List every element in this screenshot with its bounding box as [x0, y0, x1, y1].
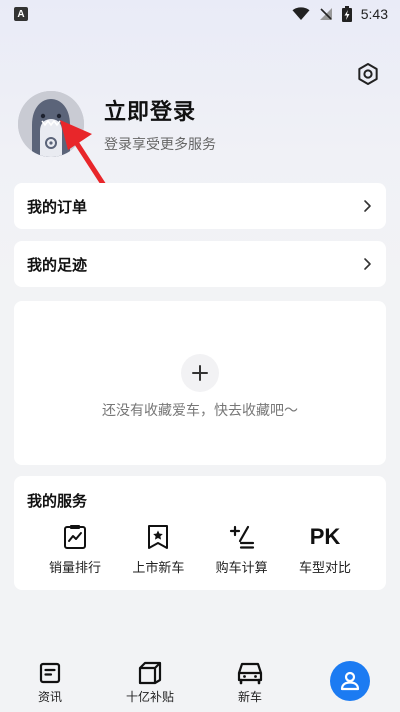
service-compare[interactable]: PK 车型对比 [285, 523, 365, 576]
services-card: 我的服务 销量排行 上市新车 购车计算 PK 车型对比 [14, 476, 386, 590]
bottom-nav: 资讯 十亿补贴 新车 [0, 654, 400, 712]
shark-avatar-icon [18, 91, 84, 157]
battery-charging-icon [341, 6, 352, 22]
status-right: 5:43 [292, 6, 388, 22]
pk-icon: PK [310, 523, 341, 551]
nav-label: 新车 [237, 690, 262, 704]
subsidy-box-icon [137, 660, 163, 686]
my-orders-label: 我的订单 [27, 197, 88, 216]
service-new-launch[interactable]: 上市新车 [118, 523, 198, 576]
status-bar: A 5:43 [0, 0, 400, 28]
my-footprint-row[interactable]: 我的足迹 [14, 241, 386, 287]
profile-text: 立即登录 登录享受更多服务 [104, 94, 216, 154]
app-notification-icon: A [14, 7, 28, 21]
sales-chart-icon [63, 523, 87, 551]
car-icon [236, 660, 264, 686]
nav-new-car[interactable]: 新车 [205, 660, 295, 705]
no-signal-icon [319, 7, 333, 21]
nav-news[interactable]: 资讯 [5, 660, 95, 705]
settings-button[interactable] [354, 60, 382, 88]
service-sales-ranking[interactable]: 销量排行 [35, 523, 115, 576]
user-profile-icon [340, 671, 360, 691]
plus-icon [192, 365, 208, 381]
my-footprint-label: 我的足迹 [27, 255, 88, 274]
service-label: 销量排行 [48, 561, 101, 576]
chevron-right-icon [364, 258, 371, 270]
favorites-card: 还没有收藏爱车，快去收藏吧～ [14, 301, 386, 465]
service-car-calculator[interactable]: 购车计算 [202, 523, 282, 576]
nav-my-profile[interactable] [305, 660, 395, 701]
nav-label: 十亿补贴 [125, 690, 174, 704]
add-favorite-button[interactable] [181, 354, 219, 392]
profile-header[interactable]: 立即登录 登录享受更多服务 [18, 88, 318, 160]
wifi-icon [292, 7, 310, 21]
nav-label: 资讯 [37, 690, 62, 704]
favorites-empty-text: 还没有收藏爱车，快去收藏吧～ [102, 403, 298, 419]
login-title[interactable]: 立即登录 [104, 94, 216, 126]
chevron-right-icon [364, 200, 371, 212]
status-time: 5:43 [360, 6, 388, 22]
service-label: 上市新车 [132, 561, 185, 576]
user-profile-active-button[interactable] [330, 661, 370, 701]
nav-subsidy[interactable]: 十亿补贴 [105, 660, 195, 705]
calculator-icon [229, 523, 255, 551]
star-bookmark-icon [146, 523, 170, 551]
service-label: 购车计算 [215, 561, 268, 576]
pk-icon-text: PK [309, 524, 341, 549]
services-grid: 销量排行 上市新车 购车计算 PK 车型对比 [27, 523, 373, 576]
service-label: 车型对比 [298, 561, 351, 576]
settings-hexagon-icon [358, 63, 378, 85]
my-orders-row[interactable]: 我的订单 [14, 183, 386, 229]
status-left: A [14, 7, 28, 21]
news-icon [39, 660, 61, 686]
services-title: 我的服务 [27, 492, 88, 510]
avatar[interactable] [18, 91, 84, 157]
login-subtitle: 登录享受更多服务 [104, 137, 216, 153]
